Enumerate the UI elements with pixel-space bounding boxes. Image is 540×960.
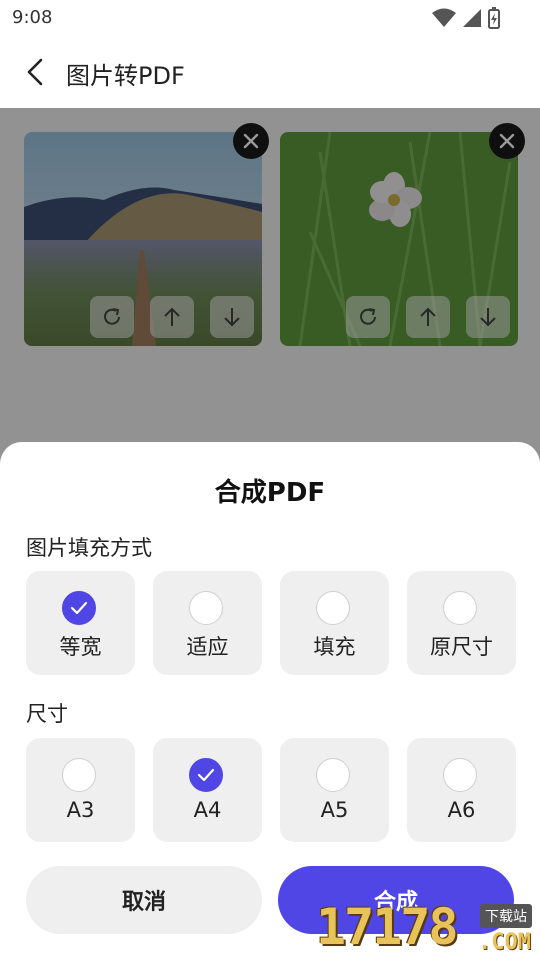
option-label: A3 — [66, 798, 95, 822]
app-bar: 图片转PDF — [0, 36, 540, 108]
signal-icon — [463, 9, 481, 27]
radio-unchecked — [316, 591, 350, 625]
wifi-icon — [432, 8, 456, 27]
size-options: A3 A4 A5 A6 — [26, 738, 516, 842]
radio-unchecked — [316, 758, 350, 792]
status-icons — [432, 7, 500, 29]
check-icon — [70, 601, 88, 615]
fill-mode-label: 图片填充方式 — [26, 536, 152, 560]
cancel-button[interactable]: 取消 — [26, 866, 262, 934]
back-arrow-icon — [27, 58, 43, 86]
option-label: 等宽 — [59, 635, 102, 659]
radio-unchecked — [189, 591, 223, 625]
option-label: 原尺寸 — [430, 635, 493, 659]
radio-unchecked — [443, 758, 477, 792]
fill-option-fit[interactable]: 适应 — [153, 571, 262, 675]
battery-icon — [488, 7, 500, 29]
option-label: A5 — [320, 798, 349, 822]
status-time: 9:08 — [12, 7, 53, 28]
fill-mode-options: 等宽 适应 填充 原尺寸 — [26, 571, 516, 675]
option-label: 填充 — [313, 635, 356, 659]
merge-pdf-sheet: 合成PDF 图片填充方式 等宽 适应 填充 原尺寸 尺寸 A3 A4 A5 A6… — [0, 442, 540, 960]
check-icon — [197, 768, 215, 782]
fill-option-fill[interactable]: 填充 — [280, 571, 389, 675]
radio-checked — [189, 758, 223, 792]
fill-option-original[interactable]: 原尺寸 — [407, 571, 516, 675]
sheet-title: 合成PDF — [214, 478, 326, 508]
size-option-a3[interactable]: A3 — [26, 738, 135, 842]
radio-unchecked — [62, 758, 96, 792]
size-option-a6[interactable]: A6 — [407, 738, 516, 842]
back-button[interactable] — [18, 54, 52, 90]
size-label: 尺寸 — [26, 702, 68, 726]
radio-checked — [62, 591, 96, 625]
watermark-tag: 下载站 — [480, 904, 532, 928]
watermark-suffix: .COM — [478, 930, 531, 955]
page-title: 图片转PDF — [66, 62, 185, 90]
size-option-a4[interactable]: A4 — [153, 738, 262, 842]
option-label: 适应 — [186, 635, 229, 659]
radio-unchecked — [443, 591, 477, 625]
option-label: A6 — [447, 798, 476, 822]
option-label: A4 — [193, 798, 222, 822]
status-bar: 9:08 — [0, 0, 540, 36]
size-option-a5[interactable]: A5 — [280, 738, 389, 842]
fill-option-equal-width[interactable]: 等宽 — [26, 571, 135, 675]
watermark-logo: 17178 — [316, 898, 459, 956]
